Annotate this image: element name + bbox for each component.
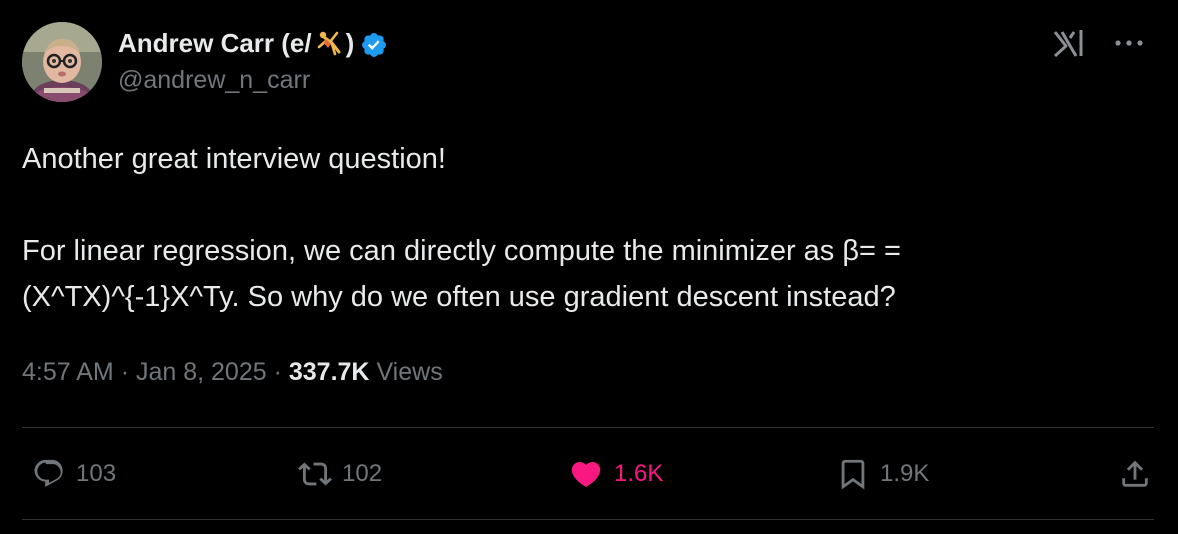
tweet-header: Andrew Carr (e/) @andrew_n_carr: [22, 22, 1154, 102]
display-name-text: Andrew Carr (e/: [118, 27, 312, 58]
tweet-date[interactable]: Jan 8, 2025: [136, 358, 267, 386]
avatar-image: [22, 22, 102, 102]
heart-icon: [571, 461, 601, 487]
tweet-card: Andrew Carr (e/) @andrew_n_carr Another …: [0, 0, 1178, 534]
author-handle[interactable]: @andrew_n_carr: [118, 66, 388, 95]
reply-count: 103: [76, 460, 117, 487]
meta-separator: ·: [120, 358, 130, 386]
views-label: Views: [376, 358, 443, 386]
share-icon: [1122, 460, 1148, 487]
person-doing-cartwheel-icon: [315, 28, 343, 63]
tweet-line: (X^TX)^{-1}X^Ty. So why do we often use …: [22, 281, 896, 313]
tweet-meta: 4:57 AM · Jan 8, 2025 · 337.7K Views: [22, 358, 443, 387]
avatar[interactable]: [22, 22, 102, 102]
author-identity: Andrew Carr (e/) @andrew_n_carr: [118, 28, 388, 95]
header-actions: [1052, 28, 1144, 58]
repost-count: 102: [342, 460, 383, 487]
divider: [22, 427, 1154, 428]
grok-icon[interactable]: [1052, 28, 1086, 58]
divider: [22, 519, 1154, 520]
repost-icon: [298, 462, 332, 486]
name-row: Andrew Carr (e/): [118, 28, 388, 62]
like-count: 1.6K: [614, 460, 664, 487]
display-name[interactable]: Andrew Carr (e/): [118, 28, 354, 63]
like-button[interactable]: 1.6K: [568, 457, 663, 491]
share-button[interactable]: [1118, 457, 1152, 491]
more-icon[interactable]: [1114, 39, 1144, 47]
meta-separator: ·: [273, 358, 282, 386]
tweet-time[interactable]: 4:57 AM: [22, 358, 114, 386]
views-count[interactable]: 337.7K: [289, 358, 370, 386]
bookmark-count: 1.9K: [880, 460, 930, 487]
tweet-text: Another great interview question! For li…: [22, 136, 1142, 320]
repost-button[interactable]: 102: [298, 457, 382, 491]
verified-badge-icon[interactable]: [360, 31, 388, 59]
tweet-line: For linear regression, we can directly c…: [22, 235, 901, 267]
display-name-end: ): [345, 27, 355, 58]
reply-icon: [34, 459, 63, 487]
action-bar: 103 102 1.6K 1.9K: [22, 452, 1154, 496]
bookmark-icon: [841, 459, 865, 490]
bookmark-button[interactable]: 1.9K: [836, 457, 929, 491]
tweet-line: Another great interview question!: [22, 143, 446, 175]
reply-button[interactable]: 103: [32, 457, 116, 491]
